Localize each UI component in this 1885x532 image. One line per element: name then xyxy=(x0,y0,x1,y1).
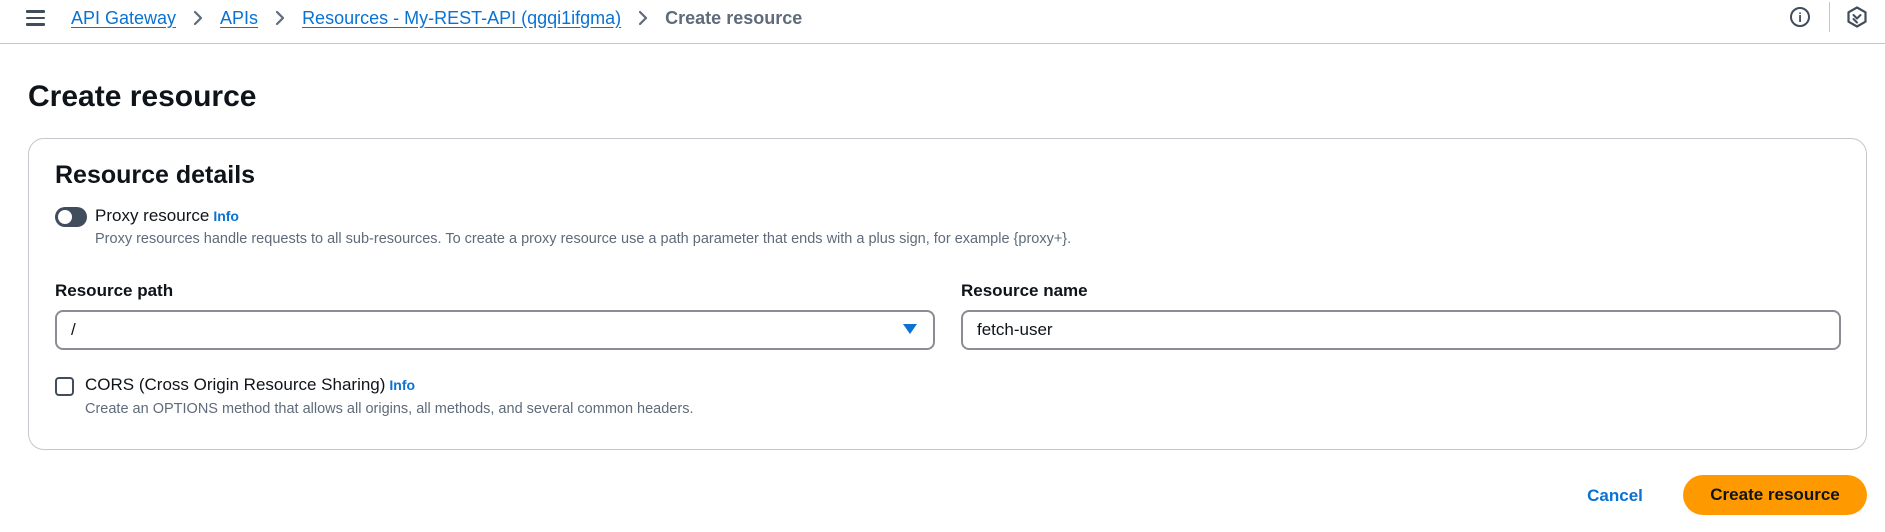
cancel-button[interactable]: Cancel xyxy=(1572,477,1658,515)
toggle-knob xyxy=(58,210,72,224)
info-icon[interactable]: i xyxy=(1790,7,1810,27)
resource-details-container: Resource details Proxy resource Info Prox… xyxy=(28,138,1867,450)
caret-down-icon xyxy=(903,324,917,334)
hexagon-settings-icon[interactable] xyxy=(1846,6,1868,28)
page-title: Create resource xyxy=(28,80,257,113)
resource-path-label: Resource path xyxy=(55,281,174,300)
create-resource-button[interactable]: Create resource xyxy=(1683,475,1867,515)
resource-name-input[interactable] xyxy=(961,310,1841,350)
section-title: Resource details xyxy=(55,161,256,189)
proxy-resource-text: Proxy resource xyxy=(95,206,210,225)
top-navigation-bar: API Gateway APIs Resources - My-REST-API… xyxy=(0,0,1885,44)
chevron-right-icon xyxy=(176,10,220,26)
chevron-right-icon xyxy=(258,10,302,26)
proxy-resource-label: Proxy resource Info xyxy=(95,206,239,226)
breadcrumb-current: Create resource xyxy=(665,7,803,28)
menu-icon[interactable] xyxy=(26,7,48,29)
proxy-resource-toggle[interactable] xyxy=(55,207,87,227)
cors-text: CORS (Cross Origin Resource Sharing) xyxy=(85,375,386,394)
cors-info-link[interactable]: Info xyxy=(389,377,415,393)
proxy-info-link[interactable]: Info xyxy=(213,208,239,224)
cors-label: CORS (Cross Origin Resource Sharing) Info xyxy=(85,375,415,395)
breadcrumb: API Gateway APIs Resources - My-REST-API… xyxy=(71,6,802,30)
cors-description: Create an OPTIONS method that allows all… xyxy=(85,401,694,417)
cors-checkbox[interactable] xyxy=(55,377,74,396)
resource-path-value: / xyxy=(71,320,76,339)
resource-path-select[interactable]: / xyxy=(55,310,935,350)
breadcrumb-resources[interactable]: Resources - My-REST-API (qgqi1ifgma) xyxy=(302,8,621,29)
breadcrumb-api-gateway[interactable]: API Gateway xyxy=(71,8,176,29)
breadcrumb-apis[interactable]: APIs xyxy=(220,8,258,29)
proxy-resource-description: Proxy resources handle requests to all s… xyxy=(95,231,1072,247)
header-divider xyxy=(1829,2,1830,32)
resource-name-label: Resource name xyxy=(961,281,1088,300)
chevron-right-icon xyxy=(621,10,665,26)
